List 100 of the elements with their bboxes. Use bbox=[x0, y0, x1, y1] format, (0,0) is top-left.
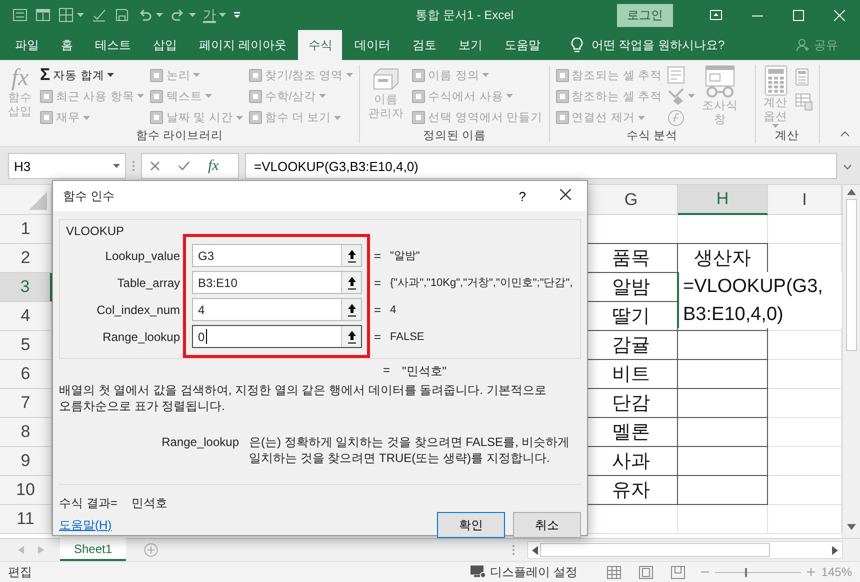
tile-icon bbox=[412, 111, 426, 124]
undo-icon[interactable] bbox=[137, 7, 153, 23]
page-layout-icon[interactable] bbox=[639, 566, 654, 578]
help-button[interactable]: ? bbox=[512, 188, 532, 204]
insert-function-button[interactable]: fx bbox=[208, 158, 219, 174]
caret-icon[interactable] bbox=[107, 73, 114, 78]
name-box[interactable]: H3 bbox=[8, 153, 126, 179]
argument-label: Range_lookup bbox=[102, 328, 180, 346]
cancel-icon[interactable] bbox=[150, 161, 160, 171]
collapse-dialog-button[interactable] bbox=[341, 326, 361, 347]
ribbon-display-icon[interactable] bbox=[710, 10, 722, 20]
row-header[interactable]: 2 bbox=[0, 244, 52, 273]
argument-field[interactable]: 4 bbox=[192, 298, 362, 321]
tile-icon bbox=[248, 68, 262, 82]
function-name: VLOOKUP bbox=[66, 224, 124, 238]
window-title: 통합 문서1 - Excel bbox=[414, 6, 514, 24]
sum-glyph: Σ bbox=[40, 65, 50, 86]
display-settings-button[interactable]: 디스플레이 설정 bbox=[464, 562, 584, 582]
font-color-button[interactable]: 가 bbox=[203, 8, 216, 22]
add-sheet-icon[interactable] bbox=[144, 543, 158, 557]
ribbon-tab[interactable]: 데이터 bbox=[344, 30, 400, 60]
page-break-icon[interactable] bbox=[671, 566, 686, 578]
enter-icon[interactable] bbox=[178, 161, 190, 171]
collapse-dialog-button[interactable] bbox=[341, 245, 361, 266]
up-arrow-icon bbox=[346, 302, 356, 316]
row-header[interactable]: 10 bbox=[0, 476, 52, 505]
scroll-thumb[interactable] bbox=[540, 543, 770, 557]
grip-icon[interactable] bbox=[512, 544, 515, 556]
tile-icon bbox=[40, 90, 53, 103]
ribbon-tab[interactable]: 페이지 레이아웃 bbox=[189, 30, 296, 60]
collapse-dialog-button[interactable] bbox=[341, 272, 361, 293]
ribbon-tab[interactable]: 테스트 bbox=[85, 30, 141, 60]
row-header[interactable]: 6 bbox=[0, 360, 52, 389]
tile-icon bbox=[150, 68, 164, 82]
row-header[interactable]: 5 bbox=[0, 331, 52, 360]
column-header[interactable]: I bbox=[768, 185, 842, 215]
tell-me-button[interactable]: 어떤 작업을 원하시나요? bbox=[565, 30, 731, 60]
row-header[interactable]: 7 bbox=[0, 389, 52, 418]
argument-result: 4 bbox=[390, 302, 398, 318]
watch-window-icon bbox=[702, 65, 737, 99]
row-header[interactable]: 8 bbox=[0, 418, 52, 447]
argument-description: 은(는) 정확하게 일치하는 것을 찾으려면 FALSE를, 비슷하게 일치하는 것을 찾으려면 TRUE(또는 생략)를 지정합니다. bbox=[249, 434, 571, 466]
dialog-button[interactable]: 확인 bbox=[437, 512, 505, 538]
function-glyph: fx bbox=[11, 65, 29, 91]
function-result: "민석호" bbox=[402, 363, 447, 380]
formula-field[interactable]: =VLOOKUP(G3,B3:E10,4,0) bbox=[245, 153, 837, 179]
monitor-gear-icon bbox=[470, 565, 486, 579]
argument-field[interactable]: B3:E10 bbox=[192, 271, 362, 294]
ribbon-tab[interactable]: 보기 bbox=[448, 30, 492, 60]
ribbon-tab[interactable]: 파일 bbox=[5, 30, 49, 60]
expand-icon[interactable] bbox=[843, 164, 852, 170]
normal-view-icon[interactable] bbox=[607, 566, 622, 578]
equals-sign: = bbox=[374, 274, 382, 292]
redo-icon[interactable] bbox=[170, 7, 186, 23]
argument-result: {"사과","10Kg","거창","이민호";"단감", bbox=[390, 276, 574, 291]
column-header[interactable]: H bbox=[678, 185, 768, 215]
save-icon[interactable] bbox=[114, 7, 130, 23]
select-all-icon[interactable] bbox=[29, 192, 47, 210]
collapse-dialog-button[interactable] bbox=[341, 299, 361, 320]
ribbon-button[interactable]: Σ 자동 합계 bbox=[39, 65, 146, 86]
zoom-in-icon[interactable] bbox=[807, 568, 816, 576]
argument-field[interactable]: 0 bbox=[192, 325, 362, 348]
ribbon-tab[interactable]: 수식 bbox=[298, 30, 342, 60]
tile-icon bbox=[412, 68, 426, 82]
table-icon[interactable] bbox=[35, 7, 51, 23]
scroll-thumb[interactable] bbox=[846, 199, 857, 351]
cell-editor[interactable]: =VLOOKUP(G3,B3:E10,4,0) bbox=[677, 272, 842, 328]
edit-icon[interactable] bbox=[91, 7, 107, 23]
row-header[interactable]: 11 bbox=[0, 505, 52, 534]
customize-icon[interactable] bbox=[233, 11, 241, 19]
tile-icon bbox=[248, 90, 262, 103]
form-icon[interactable] bbox=[12, 7, 28, 23]
row-header[interactable]: 3 bbox=[0, 273, 52, 302]
row-header[interactable]: 9 bbox=[0, 447, 52, 476]
maximize-icon[interactable] bbox=[793, 10, 804, 20]
collapse-icon[interactable] bbox=[840, 131, 850, 137]
ribbon-tab[interactable]: 검토 bbox=[402, 30, 446, 60]
ribbon-tab[interactable]: 삽입 bbox=[143, 30, 187, 60]
border-icon[interactable] bbox=[58, 7, 74, 23]
grip-icon bbox=[132, 160, 135, 172]
caret-icon[interactable] bbox=[113, 164, 120, 168]
row-header[interactable]: 4 bbox=[0, 302, 52, 331]
dialog-button[interactable]: 취소 bbox=[513, 512, 581, 538]
equals-sign: = bbox=[383, 363, 390, 379]
ribbon-tab[interactable]: 도움말 bbox=[494, 30, 550, 60]
group-label: 수식 분석 bbox=[625, 129, 679, 143]
scroll-right-icon[interactable] bbox=[832, 546, 838, 554]
help-link[interactable]: 도움말(H) bbox=[59, 518, 112, 532]
row-header[interactable]: 1 bbox=[0, 215, 52, 244]
column-header[interactable]: G bbox=[585, 185, 678, 215]
up-arrow-icon bbox=[346, 276, 356, 290]
argument-field[interactable]: G3 bbox=[192, 244, 362, 267]
scroll-up-icon[interactable] bbox=[847, 189, 856, 195]
equals-sign: = bbox=[374, 248, 382, 264]
ribbon-tab[interactable]: 홈 bbox=[51, 30, 83, 60]
scroll-down-icon[interactable] bbox=[847, 524, 856, 530]
close-icon[interactable] bbox=[560, 189, 571, 200]
sheet-tab[interactable]: Sheet1 bbox=[60, 538, 126, 561]
scroll-left-icon[interactable] bbox=[532, 546, 538, 554]
sign-in-button[interactable]: 로그인 bbox=[617, 4, 673, 26]
